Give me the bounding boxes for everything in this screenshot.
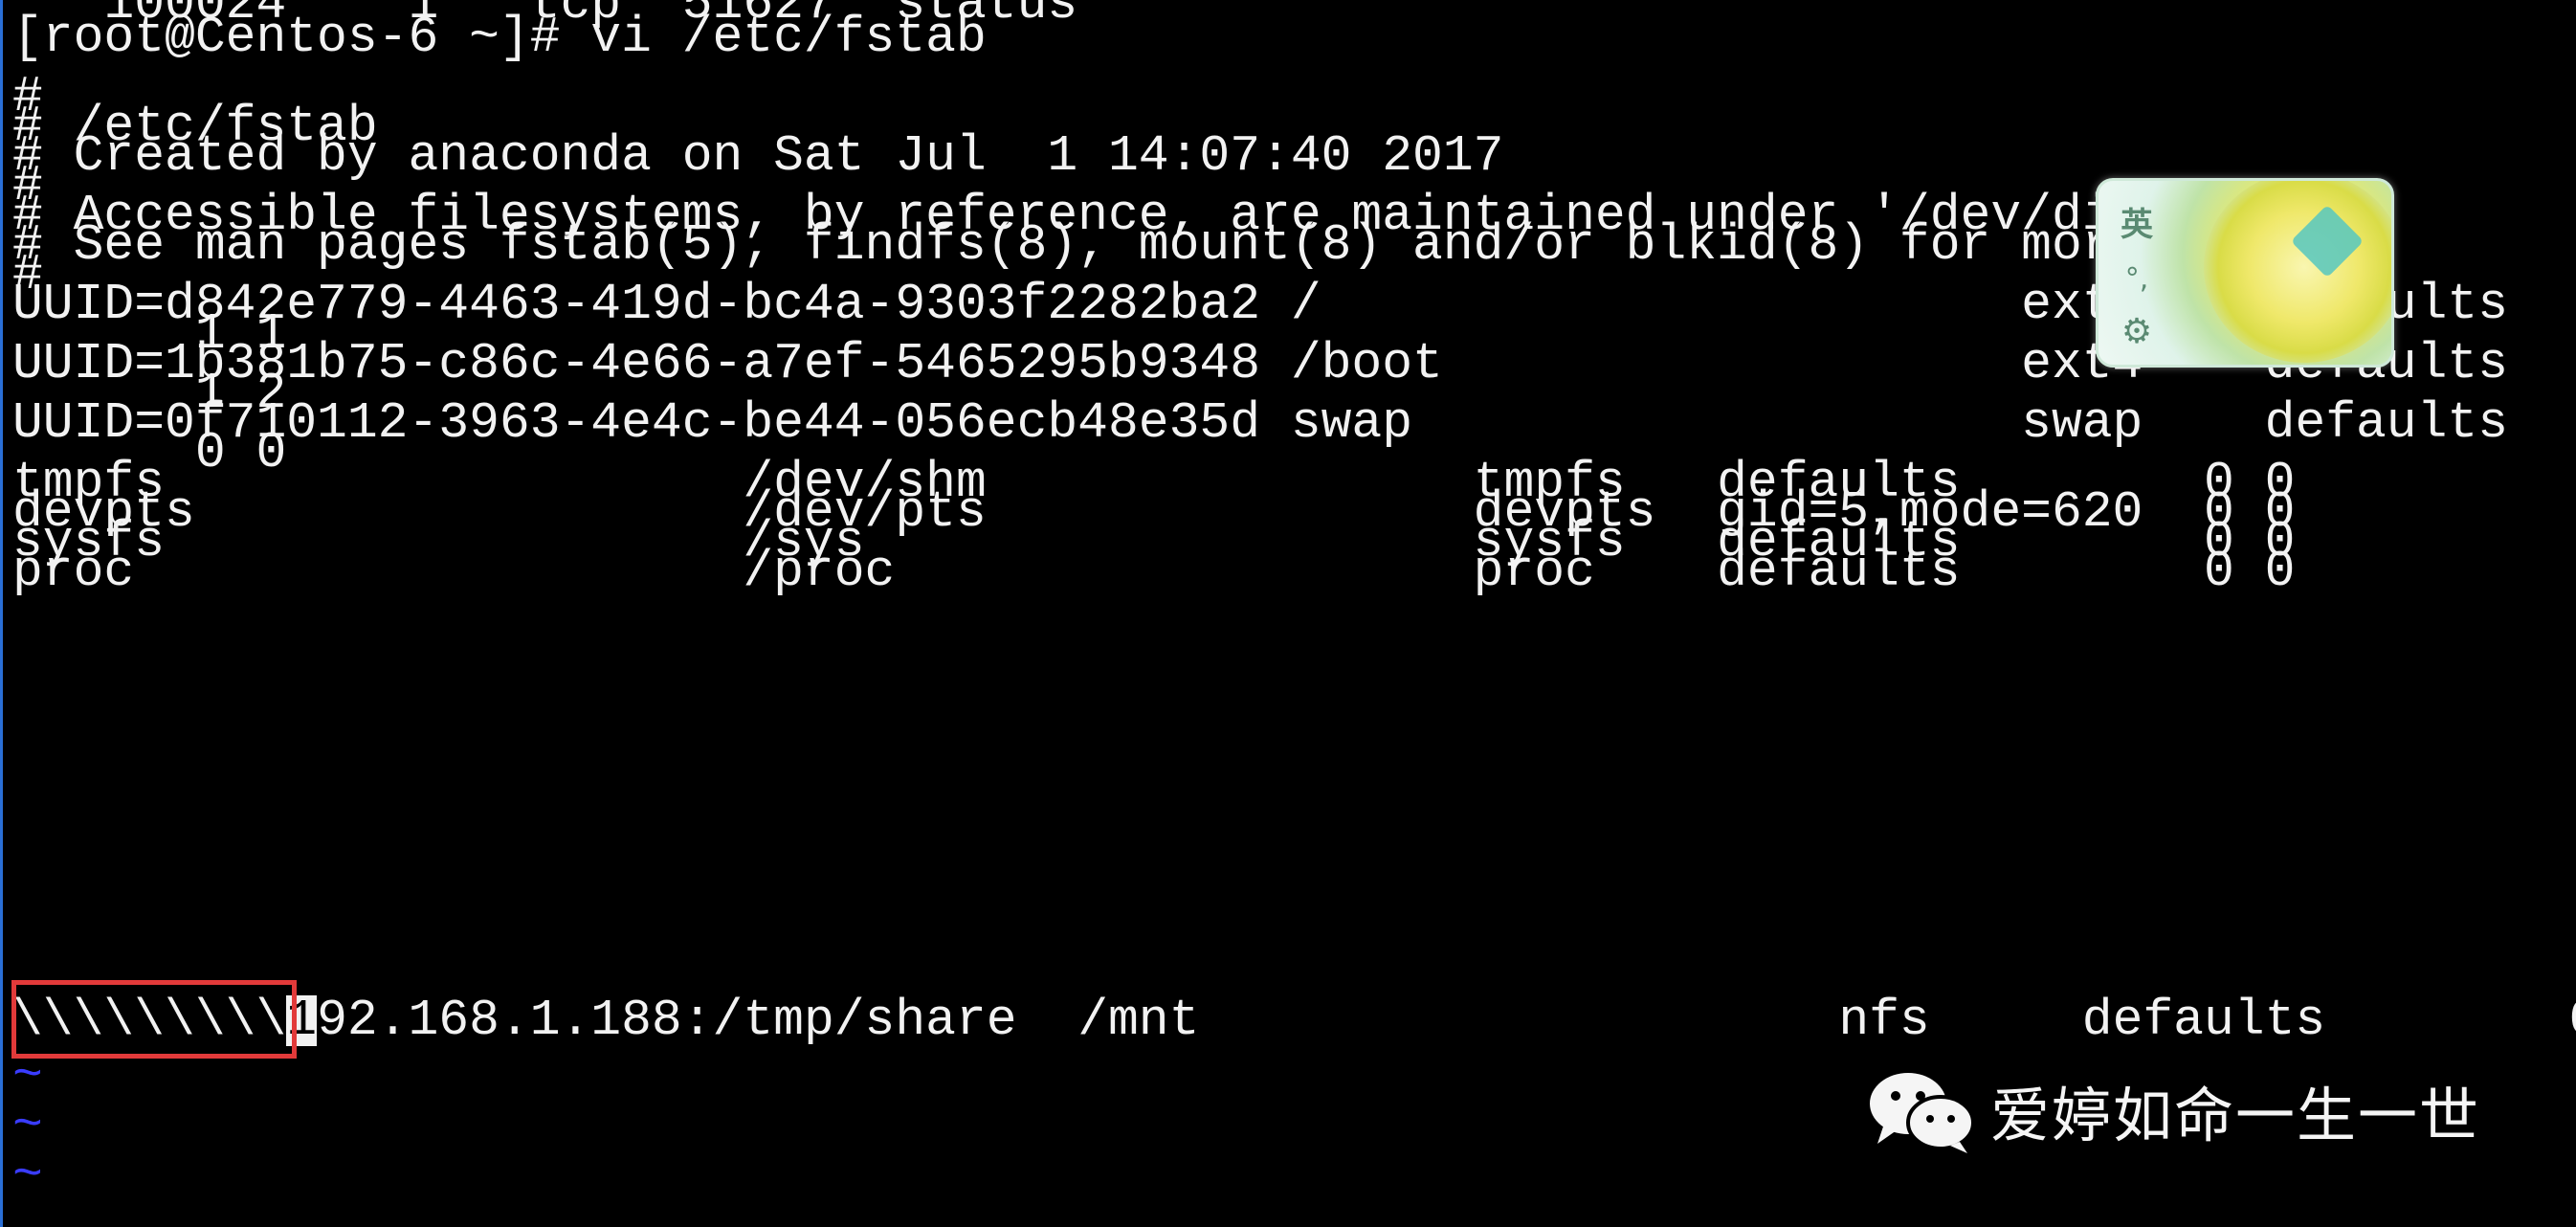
terminal-line: [root@Centos-6 ~]# vi /etc/fstab — [12, 9, 987, 66]
terminal-line: # See man pages fstab(5), findfs(8), mou… — [12, 216, 2296, 274]
terminal-line: proc /proc proc defaults 0 0 — [12, 543, 2296, 600]
terminal-line: # Created by anaconda on Sat Jul 1 14:07… — [12, 127, 1504, 185]
gear-icon[interactable]: ⚙ — [2121, 312, 2152, 351]
watermark: 爱婷如命一生一世 — [1866, 1062, 2480, 1158]
lemon-slice-image — [2204, 181, 2391, 363]
nfs-entry-text: 92.168.1.188:/tmp/share /mnt nfs default… — [317, 992, 2576, 1049]
wechat-icon — [1870, 1073, 1975, 1153]
empty-line-tilde: ~ — [12, 1147, 43, 1204]
edited-fstab-line[interactable]: \\\\\\\\\192.168.1.188:/tmp/share /mnt n… — [12, 995, 2576, 1046]
ime-toolbar[interactable]: 英 °, ⚙ — [2096, 178, 2394, 368]
empty-line-tilde: ~ — [12, 1097, 43, 1154]
watermark-text: 爱婷如命一生一世 — [1990, 1081, 2481, 1150]
ime-punctuation-toggle[interactable]: °, — [2125, 262, 2149, 296]
ime-language-toggle[interactable]: 英 — [2121, 198, 2153, 245]
highlight-box — [11, 980, 297, 1059]
ime-controls: 英 °, ⚙ — [2116, 198, 2158, 351]
terminal-line: UUID=0f710112-3963-4e4c-be44-056ecb48e35… — [12, 394, 2509, 452]
